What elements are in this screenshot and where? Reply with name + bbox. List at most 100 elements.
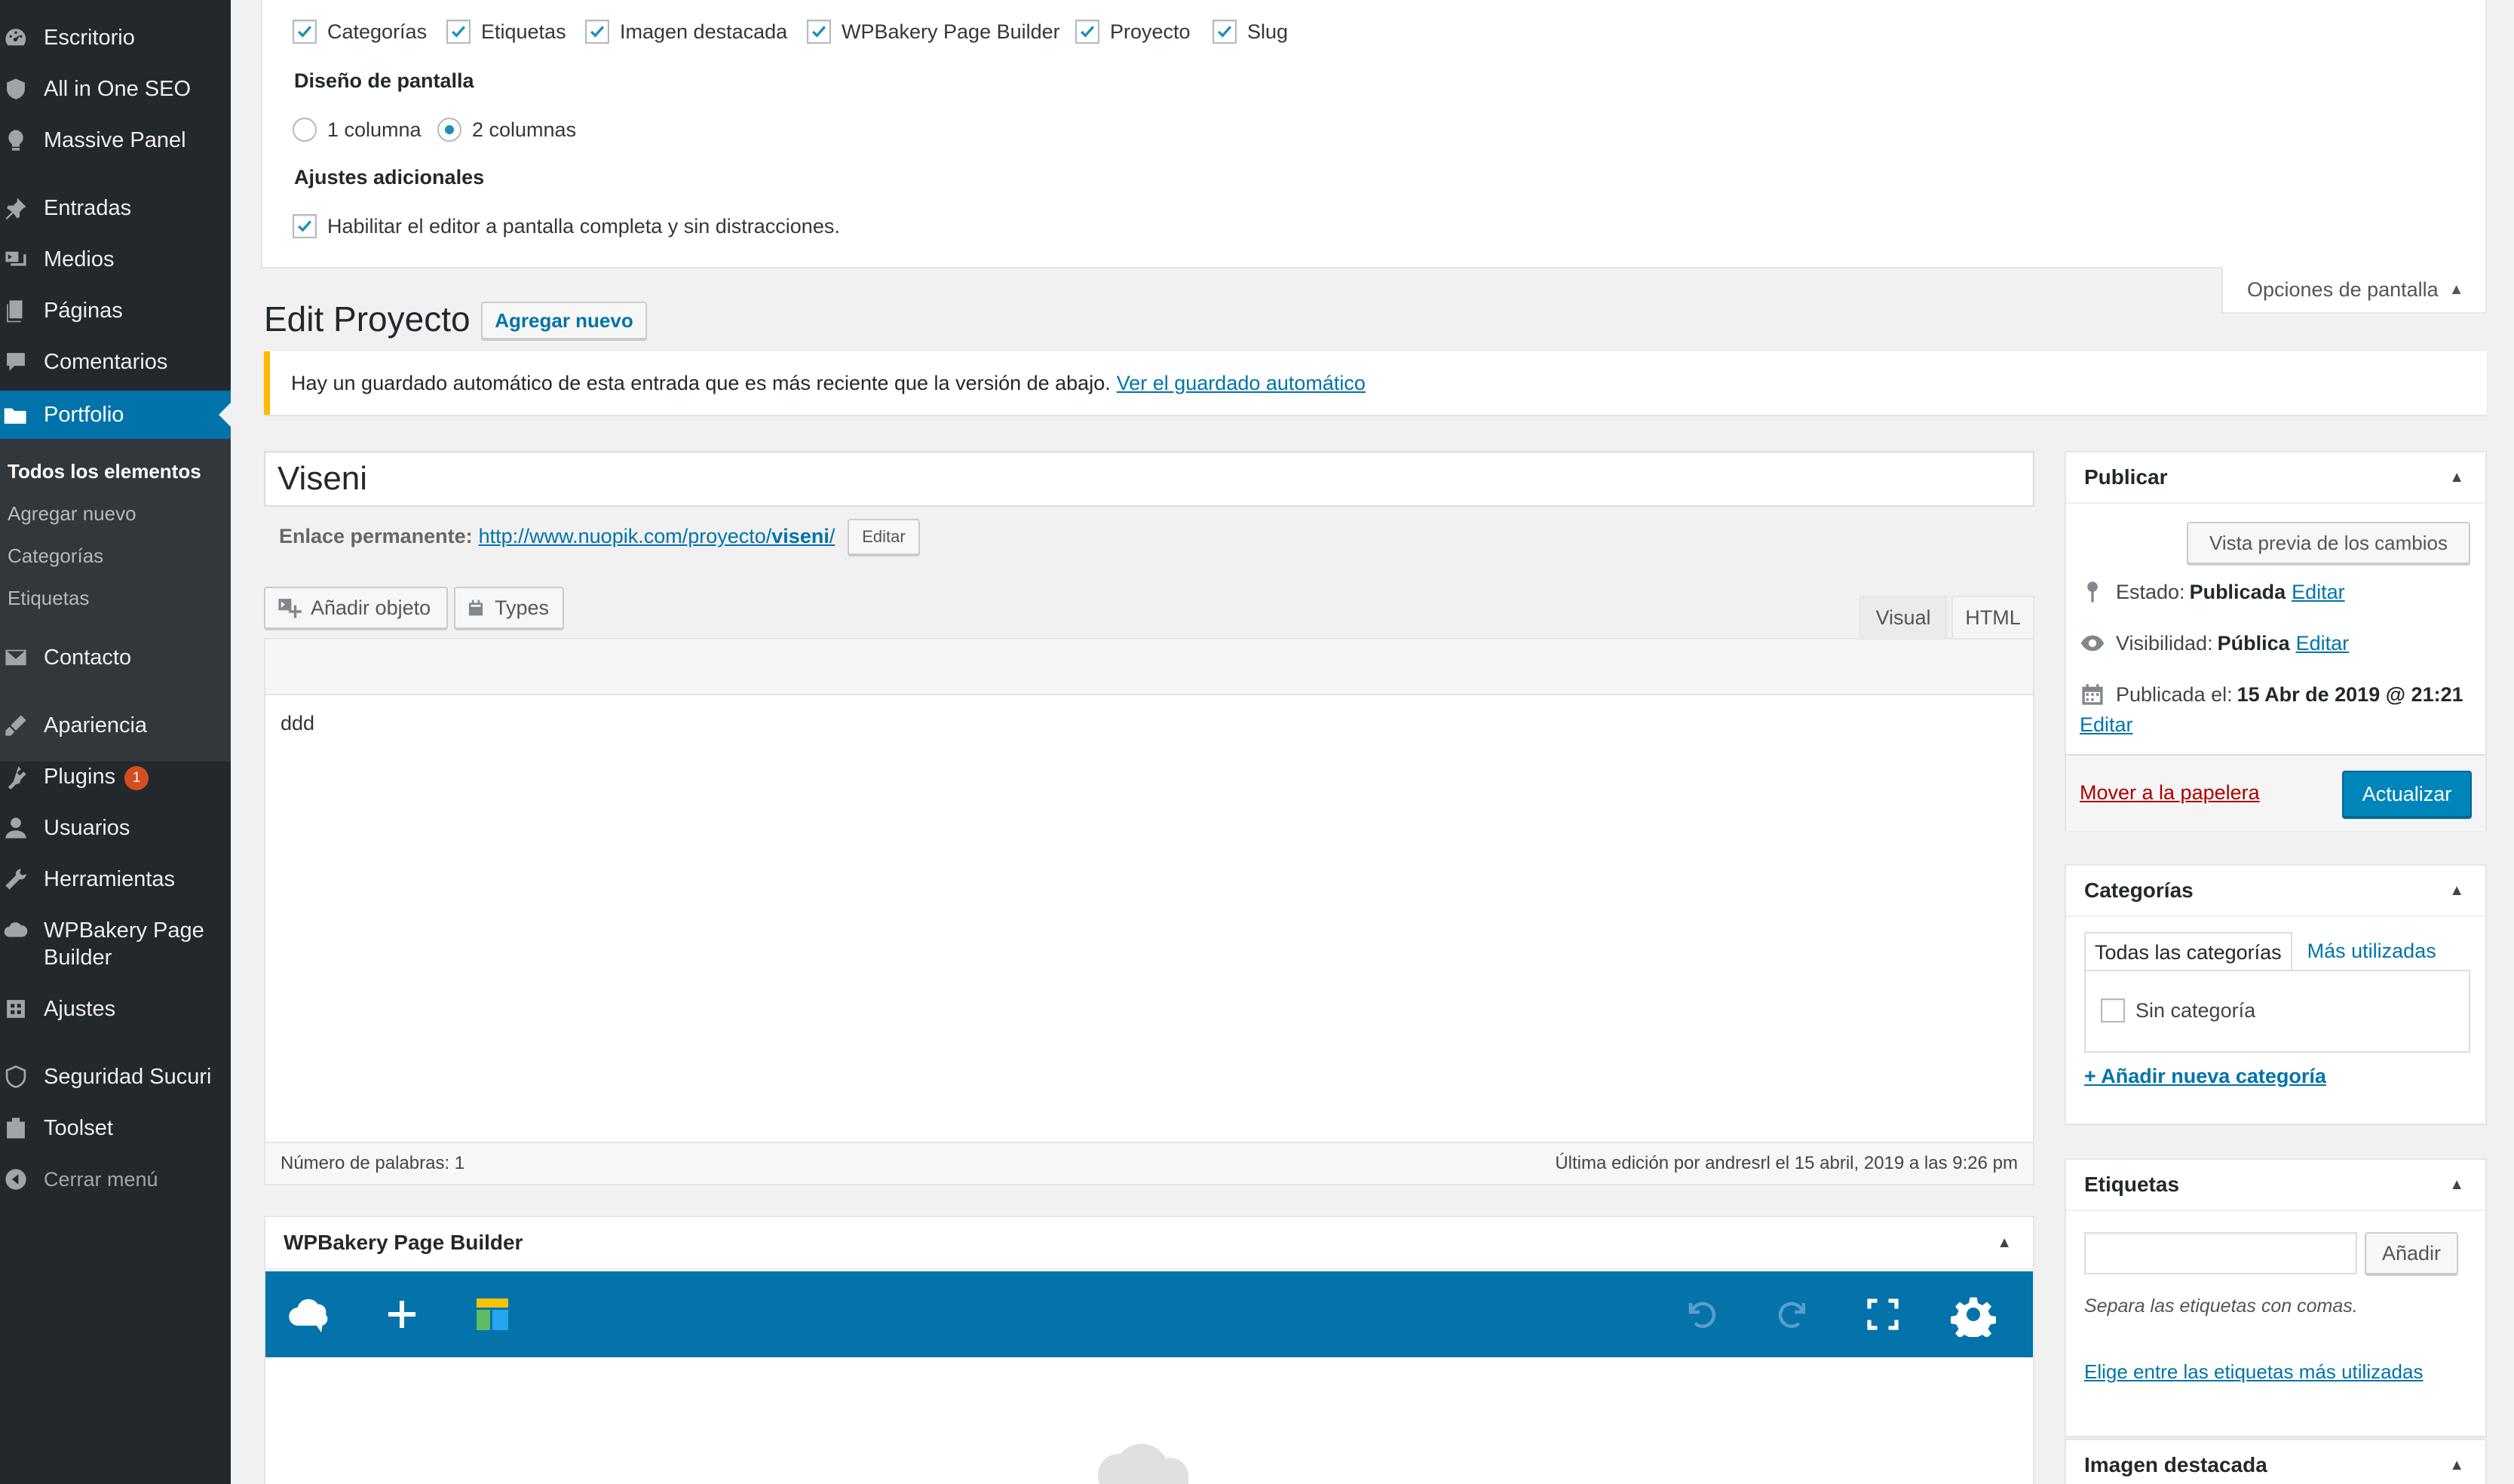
menu-ajustes[interactable]: Ajustes [0,995,231,1023]
menu-apariencia[interactable]: Apariencia [0,712,231,739]
categories-box: Categorías ▲ Todas las categorías Más ut… [2065,864,2487,1125]
update-button[interactable]: Actualizar [2342,771,2472,817]
media-icon [278,599,302,618]
checkbox[interactable] [2101,998,2125,1023]
tab-html[interactable]: HTML [1951,596,2034,638]
checkbox[interactable] [585,20,609,44]
fullscreen-icon[interactable] [1858,1289,1908,1339]
template-icon[interactable] [468,1289,517,1339]
wrench-icon [3,866,33,893]
tab-visual[interactable]: Visual [1859,596,1947,638]
add-new-button[interactable]: Agregar nuevo [481,302,647,339]
screen-option-slug[interactable]: Slug [1213,20,1288,44]
caret-up-icon[interactable]: ▲ [2449,469,2464,486]
menu-sucuri[interactable]: Seguridad Sucuri [0,1063,231,1090]
wpbakery-header[interactable]: WPBakery Page Builder ▲ [265,1217,2033,1270]
screen-option-proyecto[interactable]: Proyecto [1075,20,1191,44]
caret-up-icon[interactable]: ▲ [1997,1234,2012,1252]
menu-entradas[interactable]: Entradas [0,195,231,222]
check-icon [590,26,605,38]
menu-label: Entradas [44,196,132,220]
caret-up-icon[interactable]: ▲ [2449,1457,2464,1474]
gear-icon[interactable] [1948,1289,1998,1339]
toolset-icon [3,1115,33,1142]
visibility-value: Pública [2217,631,2290,655]
editor-textarea[interactable]: ddd [281,712,314,735]
fullscreen-editor-option[interactable]: Habilitar el editor a pantalla completa … [293,214,840,238]
featured-image-header[interactable]: Imagen destacada ▲ [2066,1440,2485,1484]
preview-changes-button[interactable]: Vista previa de los cambios [2187,522,2470,564]
menu-massive-panel[interactable]: Massive Panel [0,127,231,154]
publish-actions: Mover a la papelera Actualizar [2066,754,2485,831]
undo-icon[interactable] [1677,1289,1727,1339]
post-title-input[interactable] [264,451,2034,507]
menu-label: Cerrar menú [44,1168,158,1191]
media-icon [3,246,33,273]
tags-header[interactable]: Etiquetas ▲ [2066,1160,2485,1211]
add-media-button[interactable]: Añadir objeto [264,587,448,629]
folder-icon [3,401,33,428]
menu-label: Escritorio [44,26,135,50]
permalink-link[interactable]: http://www.nuopik.com/proyecto/viseni/ [479,525,835,548]
checkbox[interactable] [1213,20,1237,44]
menu-portfolio[interactable]: Portfolio [0,391,231,439]
screen-option-wpbakery[interactable]: WPBakery Page Builder [807,20,1060,44]
shield-icon [3,75,33,103]
screen-option-imagen[interactable]: Imagen destacada [585,20,787,44]
menu-toolset[interactable]: Toolset [0,1115,231,1142]
screen-option-etiquetas[interactable]: Etiquetas [446,20,566,44]
pages-icon [3,297,33,324]
edit-visibility-link[interactable]: Editar [2296,632,2350,655]
screen-options-panel: Categorías Etiquetas Imagen destacada WP… [261,0,2487,268]
submenu-categorias[interactable]: Categorías [8,544,103,568]
cloud-logo-icon[interactable] [285,1289,335,1339]
move-to-trash-link[interactable]: Mover a la papelera [2080,781,2260,805]
edit-status-link[interactable]: Editar [2292,581,2345,604]
menu-usuarios[interactable]: Usuarios [0,814,231,842]
submenu-agregar[interactable]: Agregar nuevo [8,502,136,526]
menu-comentarios[interactable]: Comentarios [0,348,231,376]
layout-1-column[interactable]: 1 columna [293,118,422,142]
screen-option-categorias[interactable]: Categorías [293,20,427,44]
menu-label: Seguridad Sucuri [44,1065,212,1089]
radio[interactable] [293,118,317,142]
screen-options-toggle[interactable]: Opciones de pantalla ▲ [2221,267,2487,314]
menu-wpbakery[interactable]: WPBakery Page Builder [0,917,231,971]
tab-all-categories[interactable]: Todas las categorías [2084,932,2292,972]
sucuri-icon [3,1063,33,1090]
checkbox[interactable] [293,20,317,44]
tab-most-used[interactable]: Más utilizadas [2292,932,2451,972]
checkbox[interactable] [293,214,317,238]
tags-input[interactable] [2084,1232,2357,1274]
add-category-link[interactable]: + Añadir nueva categoría [2084,1065,2326,1088]
checkbox[interactable] [807,20,831,44]
category-item[interactable]: Sin categoría [2101,998,2255,1023]
menu-herramientas[interactable]: Herramientas [0,866,231,893]
caret-up-icon[interactable]: ▲ [2449,1176,2464,1194]
menu-contacto[interactable]: Contacto [0,644,231,671]
publish-header[interactable]: Publicar ▲ [2066,452,2485,504]
types-button[interactable]: Types [454,587,564,629]
edit-date-link[interactable]: Editar [2080,713,2133,737]
categories-header[interactable]: Categorías ▲ [2066,866,2485,917]
plus-icon[interactable] [377,1289,427,1339]
menu-label: Páginas [44,299,123,323]
menu-collapse[interactable]: Cerrar menú [0,1166,231,1193]
redo-icon[interactable] [1767,1289,1817,1339]
menu-seo[interactable]: All in One SEO [0,75,231,103]
checkbox[interactable] [446,20,471,44]
menu-paginas[interactable]: Páginas [0,297,231,324]
view-autosave-link[interactable]: Ver el guardado automático [1117,372,1366,395]
caret-up-icon[interactable]: ▲ [2449,882,2464,900]
menu-plugins[interactable]: Plugins 1 [0,763,231,790]
permalink-edit-button[interactable]: Editar [848,519,920,555]
add-tag-button[interactable]: Añadir [2365,1232,2458,1274]
checkbox[interactable] [1075,20,1099,44]
choose-tags-link[interactable]: Elige entre las etiquetas más utilizadas [2084,1360,2423,1384]
menu-escritorio[interactable]: Escritorio [0,24,231,51]
submenu-todos[interactable]: Todos los elementos [8,460,201,483]
submenu-etiquetas[interactable]: Etiquetas [8,587,89,610]
radio-selected[interactable] [437,118,461,142]
menu-medios[interactable]: Medios [0,246,231,273]
layout-2-columns[interactable]: 2 columnas [437,118,576,142]
